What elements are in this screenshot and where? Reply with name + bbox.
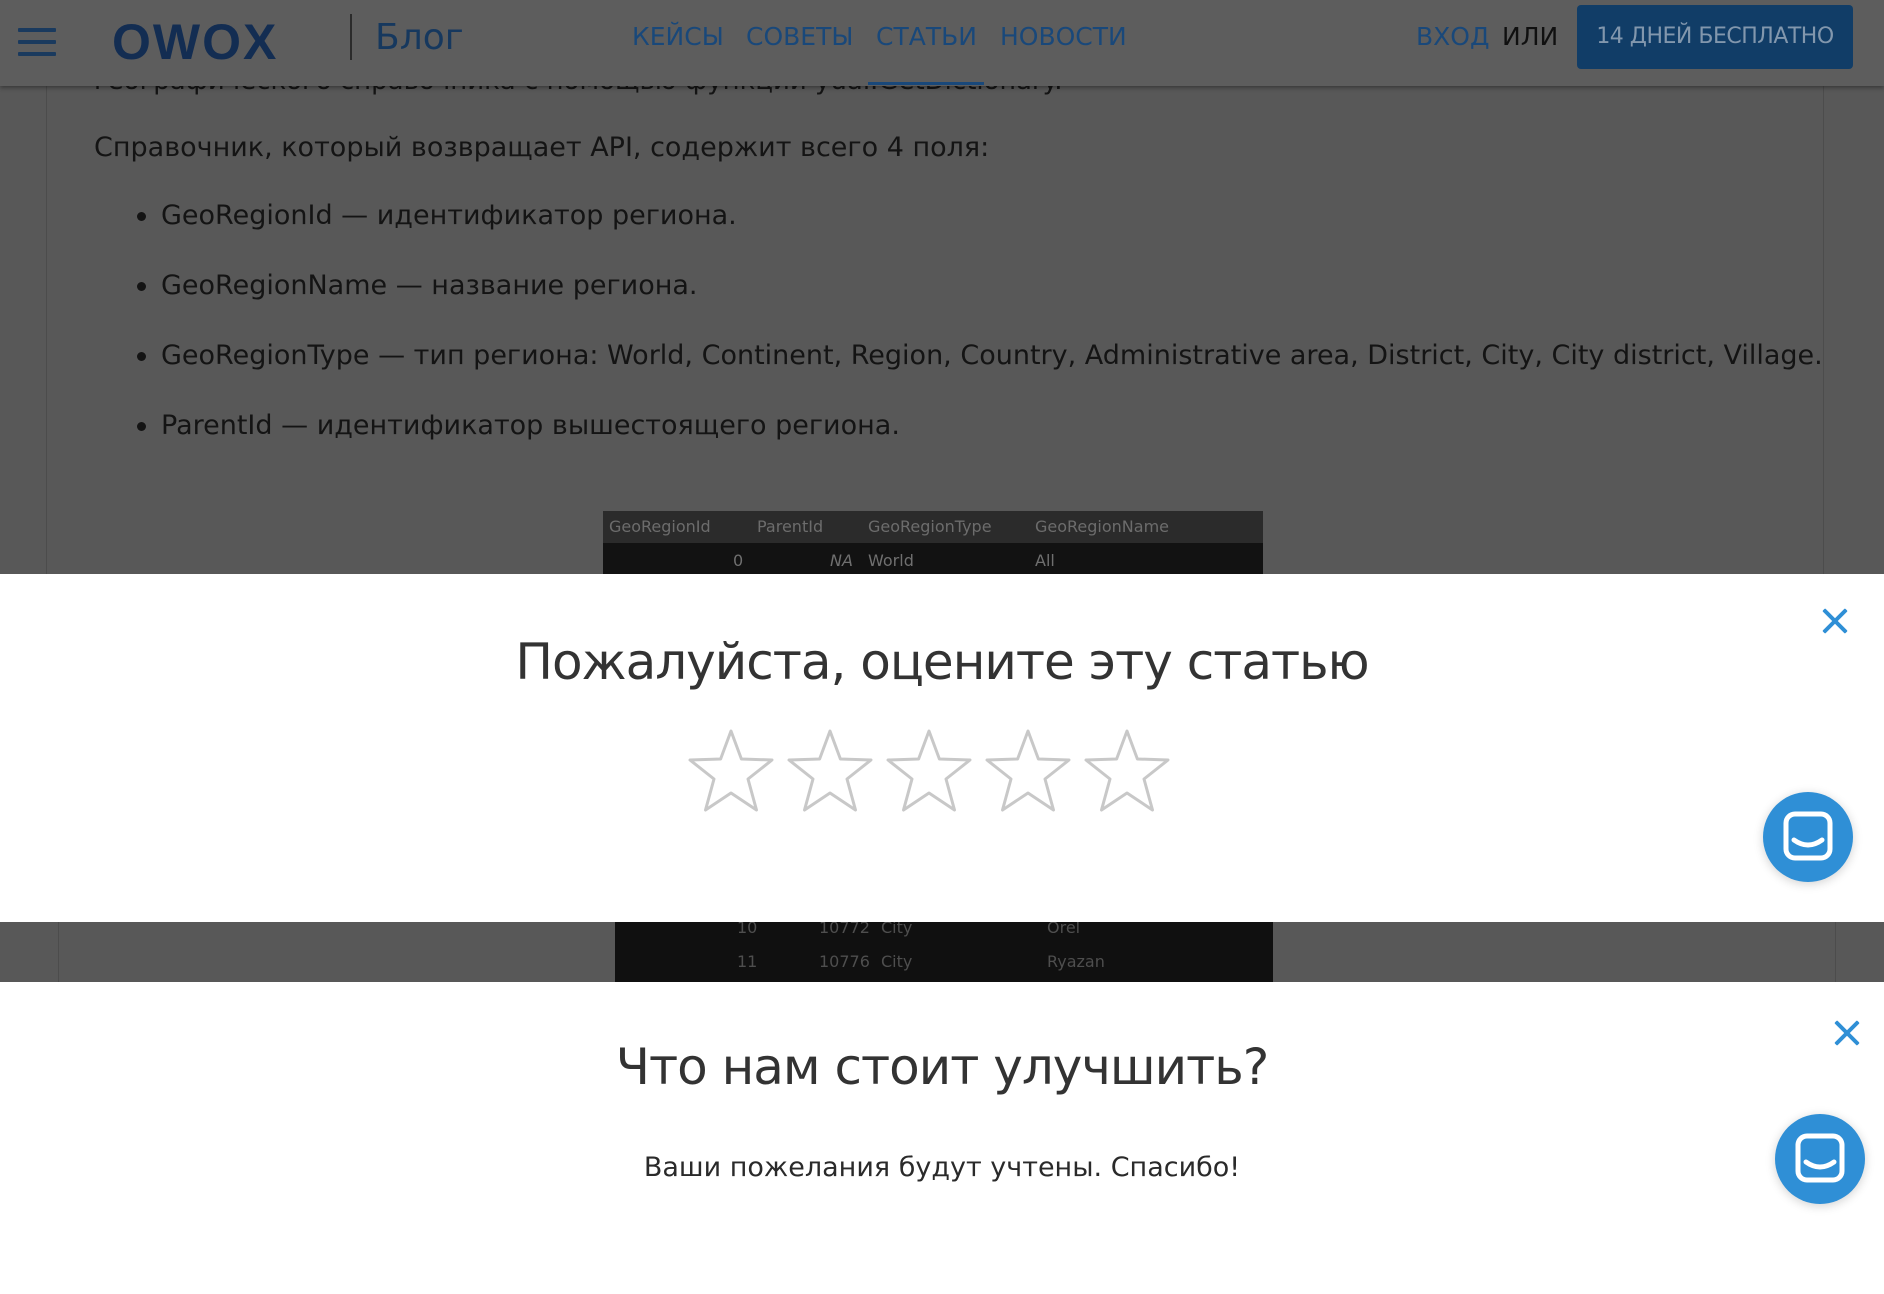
feedback-title: Что нам стоит улучшить? <box>615 1038 1270 1096</box>
page-background-strip: 10 10772 City Orel 11 10776 City Ryazan <box>0 922 1884 982</box>
nav-tips[interactable]: СОВЕТЫ <box>746 22 853 52</box>
nav-articles[interactable]: СТАТЬИ <box>876 22 977 52</box>
cell: 10772 <box>819 922 870 937</box>
or-label: ИЛИ <box>1502 22 1559 51</box>
star-icon[interactable] <box>1082 728 1172 814</box>
list-item: ParentId — идентификатор вышестоящего ре… <box>137 408 1823 478</box>
star-icon[interactable] <box>785 728 875 814</box>
cell: 11 <box>737 952 758 971</box>
nav-cases[interactable]: КЕЙСЫ <box>632 22 724 52</box>
star-icon[interactable] <box>983 728 1073 814</box>
rating-title: Пожалуйста, оцените эту статью <box>515 633 1369 691</box>
table-screenshot-rows: 10 10772 City Orel 11 10776 City Ryazan <box>615 922 1273 982</box>
page-background: географического справочника с помощью фу… <box>0 0 1884 574</box>
column-header: GeoRegionType <box>868 517 992 536</box>
cell: 10 <box>737 922 758 937</box>
cell: NA <box>830 551 853 570</box>
login-link[interactable]: ВХОД <box>1416 22 1490 52</box>
menu-icon[interactable] <box>18 28 56 56</box>
cell: Orel <box>1047 922 1081 937</box>
article-body: географического справочника с помощью фу… <box>46 66 1824 574</box>
cell: City <box>881 952 913 971</box>
feedback-note: Ваши пожелания будут учтены. Спасибо! <box>643 1152 1241 1183</box>
free-trial-button[interactable]: 14 ДНЕЙ БЕСПЛАТНО <box>1577 5 1853 69</box>
site-header: OWOX Блог КЕЙСЫ СОВЕТЫ СТАТЬИ НОВОСТИ ВХ… <box>0 0 1884 86</box>
owox-logo[interactable]: OWOX <box>112 12 278 72</box>
column-header: GeoRegionId <box>609 517 711 536</box>
list-item: GeoRegionType — тип региона: World, Cont… <box>137 338 1823 408</box>
cell: All <box>1035 551 1055 570</box>
column-header: GeoRegionName <box>1035 517 1170 536</box>
feedback-modal: Что нам стоит улучшить? Ваши пожелания б… <box>0 982 1884 1294</box>
cell: Ryazan <box>1047 952 1105 971</box>
article-intro: Справочник, который возвращает API, соде… <box>94 132 990 163</box>
cell: 0 <box>733 551 744 570</box>
cell: 10776 <box>819 952 870 971</box>
cell: World <box>868 551 914 570</box>
logo-divider <box>350 14 352 60</box>
rating-modal: Пожалуйста, оцените эту статью <box>0 574 1884 922</box>
list-item: GeoRegionName — название региона. <box>137 268 1823 338</box>
table-header: GeoRegionId ParentId GeoRegionType GeoRe… <box>603 511 1263 543</box>
table-screenshot: GeoRegionId ParentId GeoRegionType GeoRe… <box>603 511 1263 574</box>
nav-active-indicator <box>868 82 984 85</box>
chat-icon[interactable] <box>1763 792 1853 882</box>
blog-label[interactable]: Блог <box>375 14 464 62</box>
chat-icon[interactable] <box>1775 1114 1865 1204</box>
field-list: GeoRegionId — идентификатор региона. Geo… <box>137 198 1823 478</box>
column-header: ParentId <box>757 517 824 536</box>
list-item: GeoRegionId — идентификатор региона. <box>137 198 1823 268</box>
star-icon[interactable] <box>884 728 974 814</box>
cell: City <box>881 922 913 937</box>
star-icon[interactable] <box>686 728 776 814</box>
nav-news[interactable]: НОВОСТИ <box>1000 22 1127 52</box>
